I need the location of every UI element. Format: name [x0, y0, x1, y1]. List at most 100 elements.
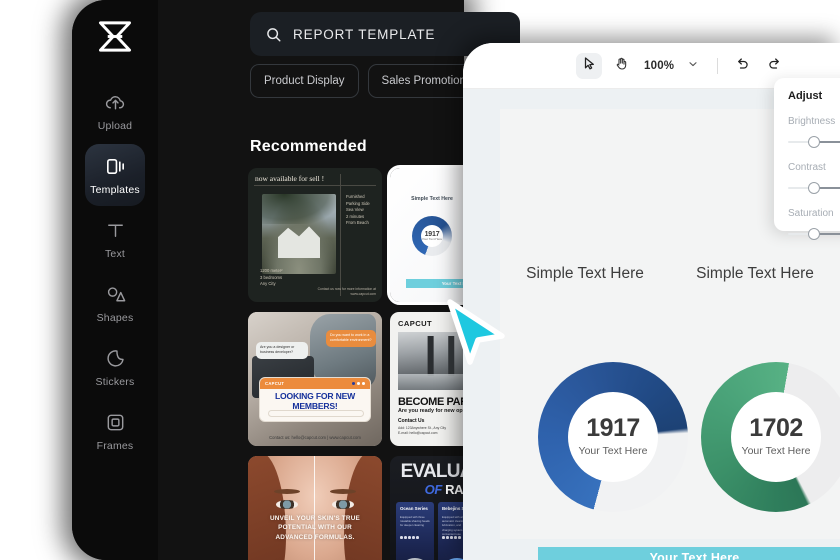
canvas-header-left[interactable]: Simple Text Here [500, 264, 670, 284]
cursor-arrow-icon [582, 56, 597, 76]
template-bullets-left: 1200 meter² 3 bedrooms Any City [260, 268, 283, 286]
donut-value-left: 1917 [586, 413, 640, 442]
slider-label: Brightness [788, 116, 836, 127]
adjust-row-saturation: Saturation [788, 208, 840, 240]
sidebar-item-label: Stickers [95, 376, 135, 388]
eyebrow-right [330, 489, 356, 494]
search-value: REPORT TEMPLATE [293, 26, 436, 42]
sidebar-item-text[interactable]: Text [85, 208, 145, 270]
split-line [314, 456, 316, 560]
template-title: now available for sell ! [255, 174, 325, 183]
brand-label: CAPCUT [398, 319, 433, 328]
razor-column: Ocean Series Equipped with three rotatab… [396, 502, 434, 560]
mini-donut-left: 1917 Your Text Here [412, 216, 452, 256]
sidebar-item-label: Text [104, 248, 126, 260]
eye-right [332, 500, 354, 509]
donut-center-left: 1917 Your Text Here [568, 392, 658, 482]
razor-column-desc: Equipped with three rotatable shaving he… [400, 515, 430, 528]
saturation-slider[interactable] [788, 228, 840, 240]
speech-bubble-right: Do you want to work in a comfortable env… [326, 330, 376, 347]
section-title: Recommended [250, 138, 367, 155]
sidebar-item-label: Upload [97, 120, 133, 132]
zoom-level-value[interactable]: 100% [644, 60, 674, 72]
recruitment-headline: LOOKING FOR NEW MEMBERS! [274, 391, 356, 411]
canvas-banner[interactable]: Your Text Here [538, 547, 840, 560]
sidebar-rail: Upload Templates Text Shapes Stickers Fr… [72, 0, 158, 560]
slider-label: Contrast [788, 162, 826, 173]
divider [254, 185, 376, 186]
redo-button[interactable] [761, 53, 787, 79]
slider-thumb[interactable] [808, 182, 820, 194]
eyebrow-left [274, 489, 300, 494]
donut-sub-left: Your Text Here [578, 444, 648, 457]
donut-center-right: 1702 Your Text Here [731, 392, 821, 482]
frames-icon [103, 410, 127, 434]
input-placeholder-bar [268, 410, 364, 417]
search-icon [265, 26, 282, 43]
rating-dots [400, 536, 419, 539]
contact-lines: Add: 123Anywhere St., Any City E-mail: h… [398, 426, 447, 436]
divider [340, 174, 341, 296]
sidebar-item-upload[interactable]: Upload [85, 80, 145, 142]
chevron-down-icon [687, 57, 699, 75]
brightness-slider[interactable] [788, 136, 840, 148]
window-dots [352, 382, 365, 385]
sidebar-item-frames[interactable]: Frames [85, 400, 145, 462]
zoom-dropdown-button[interactable] [680, 53, 706, 79]
eye-left [276, 500, 298, 509]
contact-title: Contact Us [398, 418, 425, 424]
adjust-row-brightness: Brightness [788, 116, 840, 148]
template-card-real-estate[interactable]: now available for sell ! Furnished Parki… [248, 168, 382, 302]
adjust-panel: Adjust Brightness Contrast Saturation [774, 78, 840, 240]
slider-thumb[interactable] [808, 228, 820, 240]
sticker-icon [103, 346, 127, 370]
adjust-panel-title: Adjust [788, 90, 823, 102]
sidebar-items: Upload Templates Text Shapes Stickers Fr… [72, 80, 158, 462]
rating-dots [442, 536, 461, 539]
template-footer: Contact us now for more information at w… [317, 286, 376, 296]
slider-thumb[interactable] [808, 136, 820, 148]
template-card-recruitment[interactable]: Are you a designer or business developer… [248, 312, 382, 446]
donut-value-right: 1702 [749, 413, 803, 442]
shapes-icon [103, 282, 127, 306]
toolbar-divider [717, 57, 719, 74]
sidebar-item-templates[interactable]: Templates [85, 144, 145, 206]
undo-icon [735, 56, 750, 76]
template-header-left: Simple Text Here [411, 196, 453, 202]
slider-label: Saturation [788, 208, 834, 219]
mini-donut-sub: Your Text Here [421, 236, 443, 241]
template-footer: Contact us: hello@capcut.com | www.capcu… [269, 435, 361, 440]
donut-sub-right: Your Text Here [741, 444, 811, 457]
chip-product-display[interactable]: Product Display [250, 64, 359, 98]
sidebar-item-label: Shapes [96, 312, 134, 324]
app-root: Upload Templates Text Shapes Stickers Fr… [0, 0, 840, 560]
canvas-header-right[interactable]: Simple Text Here [670, 264, 840, 284]
contrast-slider[interactable] [788, 182, 840, 194]
upload-cloud-icon [103, 90, 127, 114]
templates-panel: REPORT TEMPLATE Product Display Sales Pr… [158, 0, 527, 560]
recruitment-card: CAPCUT LOOKING FOR NEW MEMBERS! [259, 377, 371, 422]
razor-column-name: Ocean Series [400, 506, 428, 511]
templates-icon [103, 154, 127, 178]
house-photo [262, 194, 336, 274]
donut-chart-right[interactable]: 1702 Your Text Here [701, 362, 840, 512]
adjust-row-contrast: Contrast [788, 162, 840, 194]
title-of: OF [424, 482, 443, 497]
capcut-logo-icon [93, 18, 137, 54]
sidebar-item-stickers[interactable]: Stickers [85, 336, 145, 398]
template-card-skincare[interactable]: UNVEIL YOUR SKIN'S TRUE POTENTIAL WITH O… [248, 456, 382, 560]
donut-chart-left[interactable]: 1917 Your Text Here [538, 362, 688, 512]
brand-label: CAPCUT [265, 381, 285, 386]
template-bullets-right: Furnished Parking Side Sea View 2 minute… [346, 194, 370, 225]
select-tool-button[interactable] [576, 52, 602, 79]
undo-button[interactable] [729, 53, 755, 79]
sidebar-item-shapes[interactable]: Shapes [85, 272, 145, 334]
recruitment-card-header: CAPCUT [260, 378, 370, 389]
sidebar-item-label: Frames [96, 440, 134, 452]
canvas-headers: Simple Text Here Simple Text Here [500, 264, 840, 284]
mini-donut-center: 1917 Your Text Here [421, 225, 443, 247]
hand-icon [614, 56, 629, 76]
template-caption: UNVEIL YOUR SKIN'S TRUE POTENTIAL WITH O… [269, 515, 361, 541]
hand-tool-button[interactable] [608, 53, 634, 79]
left-shell-panel: Upload Templates Text Shapes Stickers Fr… [72, 0, 527, 560]
